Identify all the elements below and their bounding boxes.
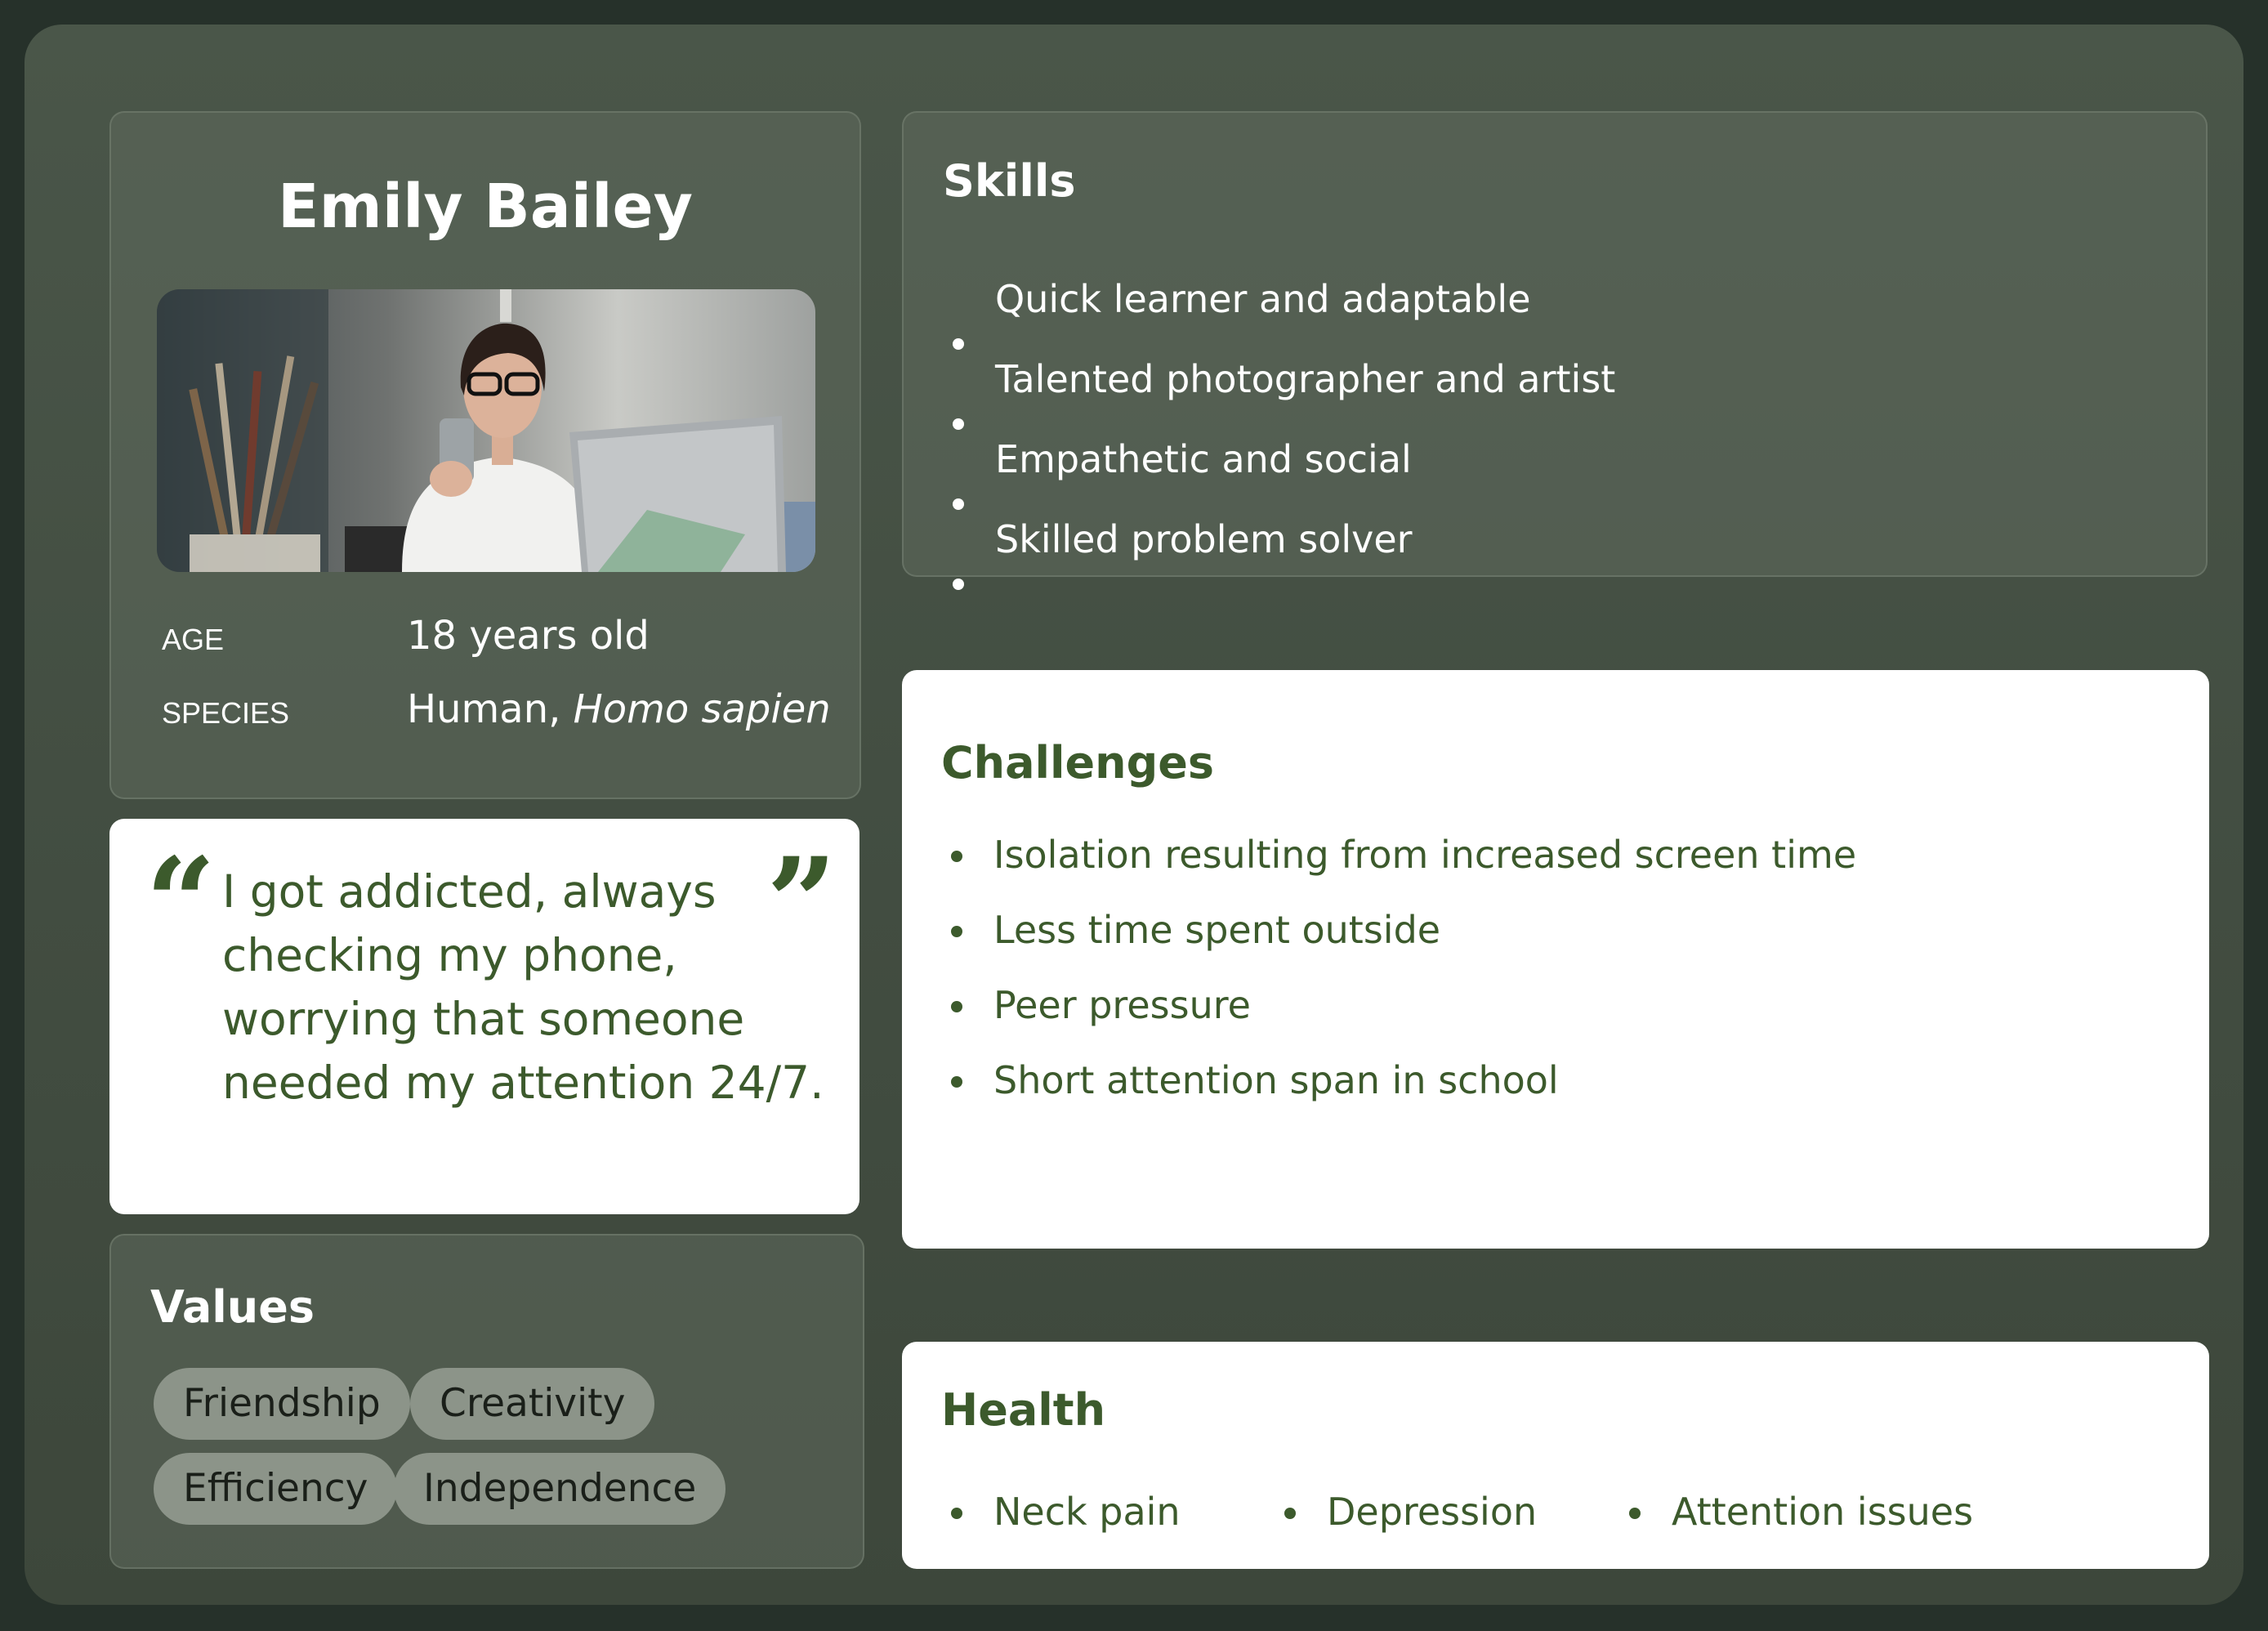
open-quote-icon: “ — [145, 831, 217, 975]
age-value: 18 years old — [407, 613, 650, 659]
value-tag-efficiency: Efficiency — [154, 1453, 398, 1525]
challenges-card: Challenges Isolation resulting from incr… — [902, 670, 2209, 1249]
species-latin: Homo sapien — [573, 686, 831, 732]
challenges-title: Challenges — [941, 737, 1215, 789]
profile-card: Emily Bailey AGE 18 years old SPECIES Hu… — [109, 111, 861, 799]
challenge-item: Isolation resulting from increased scree… — [941, 817, 1856, 892]
health-title: Health — [941, 1384, 1106, 1436]
species-label: SPECIES — [162, 696, 290, 730]
value-tag-independence: Independence — [394, 1453, 726, 1525]
persona-frame: Emily Bailey AGE 18 years old SPECIES Hu… — [25, 25, 2243, 1605]
health-item-neck-pain: Neck pain — [941, 1474, 1181, 1549]
skills-list: Quick learner and adaptable Talented pho… — [943, 277, 1615, 623]
quote-card: “ ” I got addicted, always checking my p… — [109, 819, 859, 1214]
health-item-depression: Depression — [1275, 1474, 1537, 1549]
challenge-item: Peer pressure — [941, 967, 1856, 1043]
persona-name: Emily Bailey — [278, 172, 693, 242]
health-item-attention-issues: Attention issues — [1619, 1474, 1973, 1549]
value-tag-friendship: Friendship — [154, 1368, 410, 1440]
species-value: Human, Homo sapien — [407, 686, 831, 732]
species-common: Human, — [407, 686, 574, 732]
quote-text: I got addicted, always checking my phone… — [222, 865, 824, 1109]
health-card: Health Neck pain Depression Attention is… — [902, 1342, 2209, 1569]
skill-item: Skilled problem solver — [943, 517, 1615, 623]
challenge-item: Short attention span in school — [941, 1043, 1856, 1118]
profile-photo-image — [157, 289, 815, 572]
challenge-item: Less time spent outside — [941, 892, 1856, 967]
values-card: Values Friendship Creativity Efficiency … — [109, 1234, 864, 1569]
age-label: AGE — [162, 623, 225, 656]
values-title: Values — [150, 1281, 315, 1333]
profile-photo — [157, 289, 815, 572]
challenges-list: Isolation resulting from increased scree… — [941, 817, 1856, 1118]
value-tag-creativity: Creativity — [410, 1368, 655, 1440]
skills-card: Skills Quick learner and adaptable Talen… — [902, 111, 2208, 590]
skills-title: Skills — [943, 155, 1076, 207]
